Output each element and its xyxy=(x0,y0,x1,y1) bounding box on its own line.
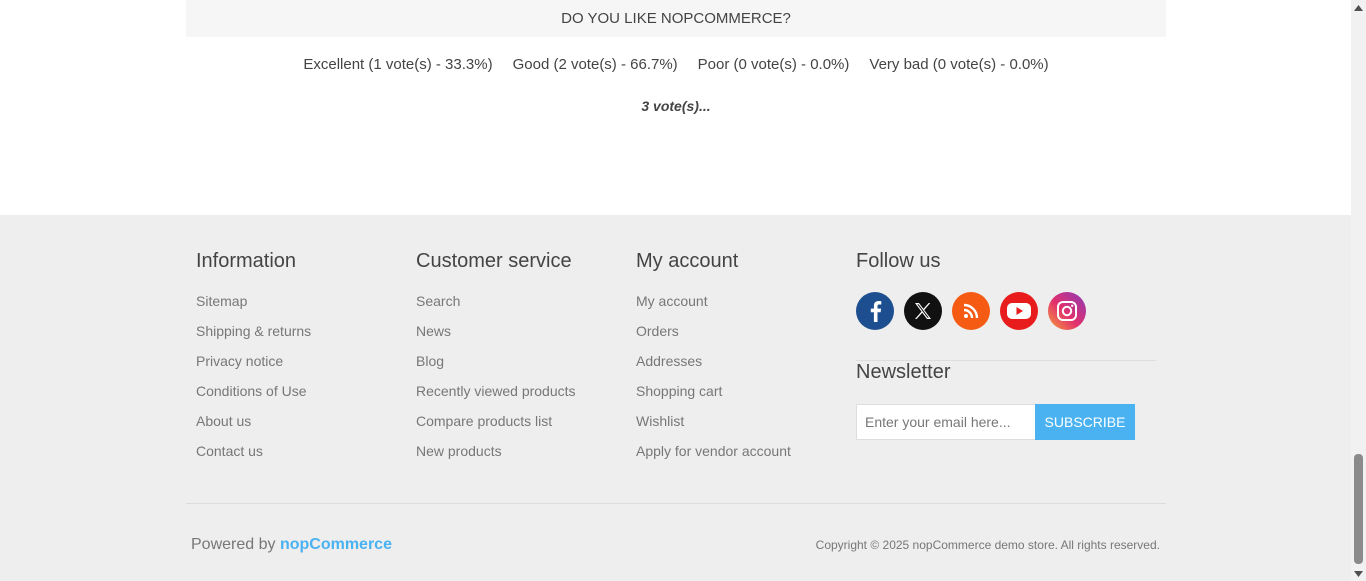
newsletter-email-input[interactable] xyxy=(856,404,1035,440)
poll-results: Excellent (1 vote(s) - 33.3%) Good (2 vo… xyxy=(186,56,1166,73)
footer-link-blog[interactable]: Blog xyxy=(416,353,576,369)
footer-customer-service-title: Customer service xyxy=(416,250,572,272)
social-icons xyxy=(856,292,1156,330)
footer-my-account-title: My account xyxy=(636,250,739,272)
footer-link-apply-vendor[interactable]: Apply for vendor account xyxy=(636,443,791,459)
vertical-scrollbar[interactable] xyxy=(1351,0,1366,581)
powered-by-prefix: Powered by xyxy=(191,536,276,553)
footer-follow-us-title: Follow us xyxy=(856,250,941,272)
footer-information: Information Sitemap Shipping & returns P… xyxy=(196,250,311,473)
facebook-icon[interactable] xyxy=(856,292,894,330)
footer-link-privacy-notice[interactable]: Privacy notice xyxy=(196,353,311,369)
copyright-text: Copyright © 2025 nopCommerce demo store.… xyxy=(815,538,1160,552)
rss-icon[interactable] xyxy=(952,292,990,330)
footer-link-recently-viewed[interactable]: Recently viewed products xyxy=(416,383,576,399)
footer-customer-service: Customer service Search News Blog Recent… xyxy=(416,250,576,473)
scrollbar-thumb[interactable] xyxy=(1354,454,1363,564)
poll-result-very-bad: Very bad (0 vote(s) - 0.0%) xyxy=(869,56,1049,73)
scroll-up-arrow-icon[interactable] xyxy=(1351,0,1366,15)
footer-information-title: Information xyxy=(196,250,297,272)
footer-link-orders[interactable]: Orders xyxy=(636,323,791,339)
footer-link-news[interactable]: News xyxy=(416,323,576,339)
footer-link-new-products[interactable]: New products xyxy=(416,443,576,459)
footer-link-my-account[interactable]: My account xyxy=(636,293,791,309)
footer-link-contact-us[interactable]: Contact us xyxy=(196,443,311,459)
poll-total-votes: 3 vote(s)... xyxy=(641,98,711,114)
poll-question: DO YOU LIKE NOPCOMMERCE? xyxy=(186,0,1166,37)
footer-link-shopping-cart[interactable]: Shopping cart xyxy=(636,383,791,399)
poll-result-good: Good (2 vote(s) - 66.7%) xyxy=(512,56,678,73)
powered-by-brand-link[interactable]: nopCommerce xyxy=(280,536,392,553)
footer-my-account: My account My account Orders Addresses S… xyxy=(636,250,791,473)
instagram-icon[interactable] xyxy=(1048,292,1086,330)
footer-link-about-us[interactable]: About us xyxy=(196,413,311,429)
footer-link-search[interactable]: Search xyxy=(416,293,576,309)
footer-link-addresses[interactable]: Addresses xyxy=(636,353,791,369)
poll-result-excellent: Excellent (1 vote(s) - 33.3%) xyxy=(303,56,493,73)
footer-link-shipping-returns[interactable]: Shipping & returns xyxy=(196,323,311,339)
page: DO YOU LIKE NOPCOMMERCE? Excellent (1 vo… xyxy=(0,0,1351,581)
youtube-icon[interactable] xyxy=(1000,292,1038,330)
newsletter-form: SUBSCRIBE xyxy=(856,404,1156,440)
x-twitter-icon[interactable] xyxy=(904,292,942,330)
footer-link-compare-products[interactable]: Compare products list xyxy=(416,413,576,429)
newsletter-title: Newsletter xyxy=(856,361,951,383)
scroll-down-arrow-icon[interactable] xyxy=(1351,566,1366,581)
footer-divider xyxy=(186,503,1166,504)
newsletter-subscribe-button[interactable]: SUBSCRIBE xyxy=(1035,404,1135,440)
powered-by: Powered by nopCommerce xyxy=(191,536,392,554)
poll-result-poor: Poor (0 vote(s) - 0.0%) xyxy=(697,56,850,73)
footer-link-conditions-of-use[interactable]: Conditions of Use xyxy=(196,383,311,399)
footer-link-sitemap[interactable]: Sitemap xyxy=(196,293,311,309)
footer-follow-us: Follow us Newsletter Enter your email he… xyxy=(856,250,1156,440)
footer-link-wishlist[interactable]: Wishlist xyxy=(636,413,791,429)
footer: Information Sitemap Shipping & returns P… xyxy=(0,215,1351,581)
